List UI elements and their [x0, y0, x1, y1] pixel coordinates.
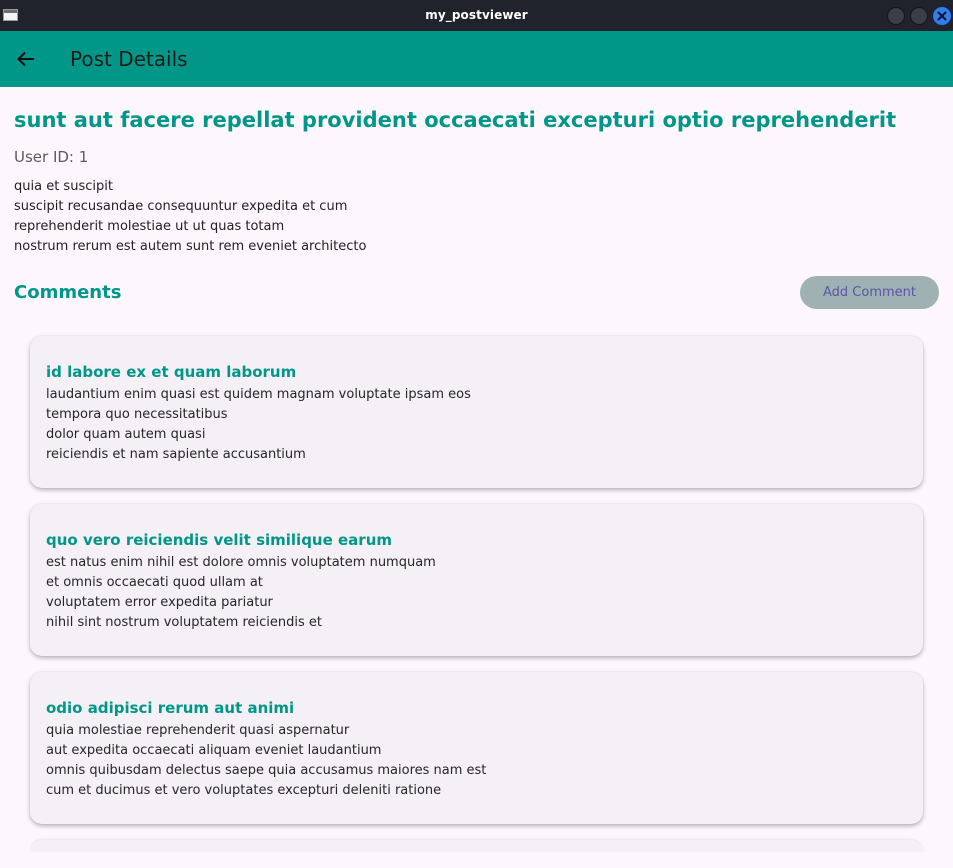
- app-window: my_postviewer Post Details sunt aut face…: [0, 0, 953, 868]
- window-titlebar: my_postviewer: [0, 0, 953, 31]
- comment-card: id labore ex et quam laborum laudantium …: [30, 336, 923, 488]
- window-title: my_postviewer: [425, 8, 528, 22]
- comment-title: odio adipisci rerum aut animi: [46, 699, 295, 717]
- post-body-line: quia et suscipit: [14, 179, 113, 194]
- comment-body-line: quia molestiae reprehenderit quasi asper…: [46, 723, 350, 738]
- post-body: quia et suscipit suscipit recusandae con…: [14, 177, 366, 257]
- close-icon[interactable]: [933, 7, 951, 25]
- page-title: Post Details: [70, 47, 188, 71]
- comment-body-line: omnis quibusdam delectus saepe quia accu…: [46, 763, 487, 778]
- add-comment-button[interactable]: Add Comment: [800, 276, 939, 309]
- comment-body-line: laudantium enim quasi est quidem magnam …: [46, 387, 471, 402]
- comment-body-line: nihil sint nostrum voluptatem reiciendis…: [46, 615, 322, 630]
- post-body-line: reprehenderit molestiae ut ut quas totam: [14, 219, 285, 234]
- post-body-line: suscipit recusandae consequuntur expedit…: [14, 199, 348, 214]
- comment-body: laudantium enim quasi est quidem magnam …: [46, 385, 471, 465]
- comment-body-line: est natus enim nihil est dolore omnis vo…: [46, 555, 436, 570]
- comment-body-line: dolor quam autem quasi: [46, 427, 206, 442]
- comment-body-line: et omnis occaecati quod ullam at: [46, 575, 263, 590]
- arrow-back-icon[interactable]: [14, 47, 38, 71]
- comment-title: quo vero reiciendis velit similique earu…: [46, 531, 393, 549]
- post-body-line: nostrum rerum est autem sunt rem eveniet…: [14, 239, 367, 254]
- comments-heading: Comments: [14, 282, 122, 303]
- comment-card: quo vero reiciendis velit similique earu…: [30, 504, 923, 656]
- maximize-icon[interactable]: [910, 7, 928, 25]
- comment-body-line: aut expedita occaecati aliquam eveniet l…: [46, 743, 382, 758]
- app-bar: Post Details: [0, 31, 953, 87]
- comment-body-line: tempora quo necessitatibus: [46, 407, 228, 422]
- comment-body: quia molestiae reprehenderit quasi asper…: [46, 721, 486, 801]
- comment-body-line: reiciendis et nam sapiente accusantium: [46, 447, 306, 462]
- post-user-id: User ID: 1: [14, 148, 89, 166]
- comment-body-line: cum et ducimus et vero voluptates except…: [46, 783, 442, 798]
- minimize-icon[interactable]: [887, 7, 905, 25]
- comment-title: id labore ex et quam laborum: [46, 363, 297, 381]
- comment-body: est natus enim nihil est dolore omnis vo…: [46, 553, 436, 633]
- comment-body-line: voluptatem error expedita pariatur: [46, 595, 273, 610]
- comment-card: odio adipisci rerum aut animi quia moles…: [30, 672, 923, 824]
- comment-card: [30, 840, 923, 852]
- post-title: sunt aut facere repellat provident occae…: [14, 108, 897, 132]
